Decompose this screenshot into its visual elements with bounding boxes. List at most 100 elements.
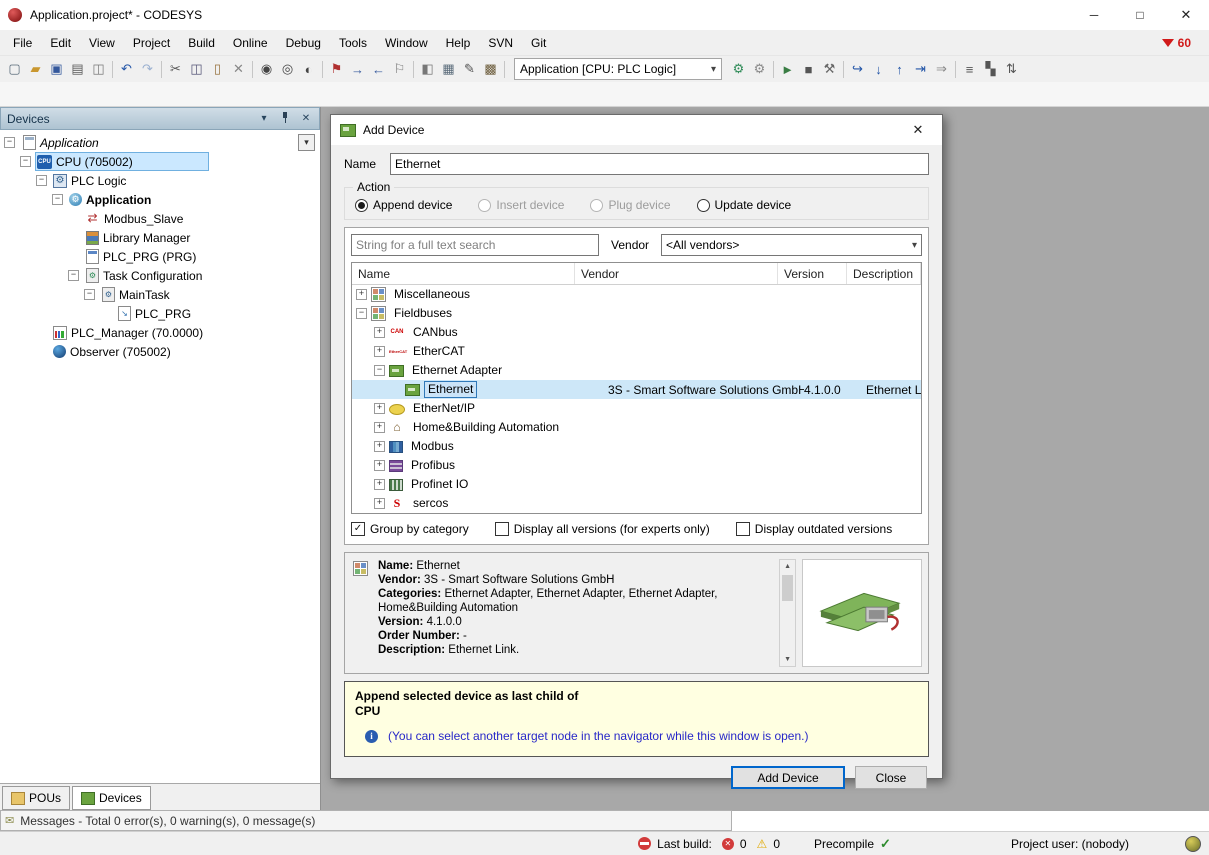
expand-icon[interactable]: +: [374, 346, 385, 357]
tree-node-application[interactable]: −Application ▾: [0, 133, 320, 152]
menu-item-git[interactable]: Git: [522, 33, 555, 53]
add-device-button[interactable]: Add Device: [731, 766, 845, 789]
bookmark-toggle-icon[interactable]: ⚑: [326, 59, 347, 80]
tree-node-plc-logic[interactable]: −PLC Logic: [0, 171, 320, 190]
bookmark-next-icon[interactable]: →: [347, 59, 368, 80]
menu-item-tools[interactable]: Tools: [330, 33, 376, 53]
expand-icon[interactable]: +: [374, 403, 385, 414]
tab-devices[interactable]: Devices: [72, 786, 151, 810]
filter-indicator[interactable]: 60: [1162, 36, 1205, 50]
menu-item-window[interactable]: Window: [376, 33, 437, 53]
devices-panel-header[interactable]: Devices ▾ ✕: [0, 107, 320, 130]
start-icon[interactable]: ►: [777, 59, 798, 80]
tree-node-observer-705002[interactable]: Observer (705002): [0, 342, 320, 361]
delete-icon[interactable]: ✕: [228, 59, 249, 80]
menu-item-view[interactable]: View: [80, 33, 124, 53]
search-input[interactable]: [351, 234, 599, 256]
expand-icon[interactable]: +: [374, 327, 385, 338]
tree-node-maintask[interactable]: −MainTask: [0, 285, 320, 304]
tree-node-library-manager[interactable]: Library Manager: [0, 228, 320, 247]
cut-icon[interactable]: ✂: [165, 59, 186, 80]
new-project-icon[interactable]: ▢: [4, 59, 25, 80]
close-icon[interactable]: ✕: [1163, 0, 1209, 30]
details-scrollbar[interactable]: ▲ ▼: [779, 559, 796, 667]
step-over-icon[interactable]: ↪: [847, 59, 868, 80]
tree-node-box[interactable]: MainTask: [99, 285, 174, 304]
run-to-cursor-icon[interactable]: ⇥: [910, 59, 931, 80]
dialog-close-icon[interactable]: ✕: [903, 122, 933, 138]
stop-icon[interactable]: ■: [798, 59, 819, 80]
panel-menu-icon[interactable]: ▾: [257, 113, 271, 124]
device-row-profibus[interactable]: +Profibus: [352, 456, 921, 475]
menu-item-build[interactable]: Build: [179, 33, 224, 53]
flow-control-icon[interactable]: ≡: [959, 59, 980, 80]
menu-item-online[interactable]: Online: [224, 33, 277, 53]
device-name-input[interactable]: [390, 153, 929, 175]
device-row-sercos[interactable]: +sercos: [352, 494, 921, 513]
menu-item-debug[interactable]: Debug: [277, 33, 330, 53]
step-out-icon[interactable]: ↑: [889, 59, 910, 80]
tree-dropdown-button[interactable]: ▾: [298, 134, 315, 151]
tree-node-plc-manager-70-0000[interactable]: PLC_Manager (70.0000): [0, 323, 320, 342]
expand-icon[interactable]: +: [374, 422, 385, 433]
expand-icon[interactable]: +: [374, 479, 385, 490]
collapse-icon[interactable]: −: [68, 270, 79, 281]
device-row-modbus[interactable]: +Modbus: [352, 437, 921, 456]
device-row-canbus[interactable]: +CANbus: [352, 323, 921, 342]
expand-icon[interactable]: +: [374, 460, 385, 471]
bookmarks-clear-icon[interactable]: ⚐: [389, 59, 410, 80]
new-object-icon[interactable]: ✎: [459, 59, 480, 80]
menu-item-file[interactable]: File: [4, 33, 41, 53]
tree-node-plc-prg[interactable]: PLC_PRG: [0, 304, 320, 323]
tree-node-box[interactable]: Application: [19, 133, 103, 152]
collapse-icon[interactable]: −: [356, 308, 367, 319]
replace-icon[interactable]: ◎: [277, 59, 298, 80]
tree-node-box[interactable]: CPU (705002): [35, 152, 209, 171]
device-row-fieldbuses[interactable]: −Fieldbuses: [352, 304, 921, 323]
tree-node-cpu-705002[interactable]: −CPU (705002): [0, 152, 320, 171]
vendor-select[interactable]: <All vendors> ▾: [661, 234, 922, 256]
checkbox-group-by-category[interactable]: ✓Group by category: [351, 522, 469, 536]
set-next-statement-icon[interactable]: ⇒: [931, 59, 952, 80]
menu-item-help[interactable]: Help: [437, 33, 480, 53]
display-mode-icon[interactable]: ▚: [980, 59, 1001, 80]
device-row-ethernet-ip[interactable]: +EtherNet/IP: [352, 399, 921, 418]
paste-special-icon[interactable]: ◧: [417, 59, 438, 80]
device-row-profinet-io[interactable]: +Profinet IO: [352, 475, 921, 494]
tree-node-box[interactable]: PLC_PRG: [115, 304, 195, 323]
collapse-icon[interactable]: −: [36, 175, 47, 186]
column-header-version[interactable]: Version: [778, 263, 847, 284]
insert-grid-icon[interactable]: ▦: [438, 59, 459, 80]
paste-icon[interactable]: ▯: [207, 59, 228, 80]
tree-node-box[interactable]: PLC_PRG (PRG): [83, 247, 200, 266]
collapse-icon[interactable]: −: [4, 137, 15, 148]
column-header-vendor[interactable]: Vendor: [575, 263, 778, 284]
checkbox-display-all-versions-for-experts-only[interactable]: Display all versions (for experts only): [495, 522, 710, 536]
pages-icon[interactable]: ◫: [88, 59, 109, 80]
radio-append-device[interactable]: Append device: [355, 198, 452, 212]
checkbox-display-outdated-versions[interactable]: Display outdated versions: [736, 522, 892, 536]
maximize-icon[interactable]: □: [1117, 0, 1163, 30]
tree-node-box[interactable]: Observer (705002): [51, 342, 175, 361]
device-row-ethernet[interactable]: Ethernet3S - Smart Software Solutions Gm…: [352, 380, 921, 399]
build-icon[interactable]: ▩: [480, 59, 501, 80]
tree-node-modbus-slave[interactable]: Modbus_Slave: [0, 209, 320, 228]
copy-icon[interactable]: ◫: [186, 59, 207, 80]
print-icon[interactable]: ▤: [67, 59, 88, 80]
tree-node-task-configuration[interactable]: −Task Configuration: [0, 266, 320, 285]
single-cycle-icon[interactable]: ⚒: [819, 59, 840, 80]
column-header-name[interactable]: Name: [352, 263, 575, 284]
sort-icon[interactable]: ⇅: [1001, 59, 1022, 80]
menu-item-svn[interactable]: SVN: [479, 33, 522, 53]
close-dialog-button[interactable]: Close: [855, 766, 927, 789]
collapse-icon[interactable]: −: [52, 194, 63, 205]
pin-icon[interactable]: [278, 112, 292, 126]
radio-update-device[interactable]: Update device: [697, 198, 792, 212]
device-row-ethercat[interactable]: +EtherCAT: [352, 342, 921, 361]
bookmark-previous-icon[interactable]: ←: [368, 59, 389, 80]
expand-icon[interactable]: +: [374, 441, 385, 452]
device-row-ethernet-adapter[interactable]: −Ethernet Adapter: [352, 361, 921, 380]
menu-item-project[interactable]: Project: [124, 33, 179, 53]
collapse-icon[interactable]: −: [84, 289, 95, 300]
tree-node-box[interactable]: Application: [67, 190, 155, 209]
